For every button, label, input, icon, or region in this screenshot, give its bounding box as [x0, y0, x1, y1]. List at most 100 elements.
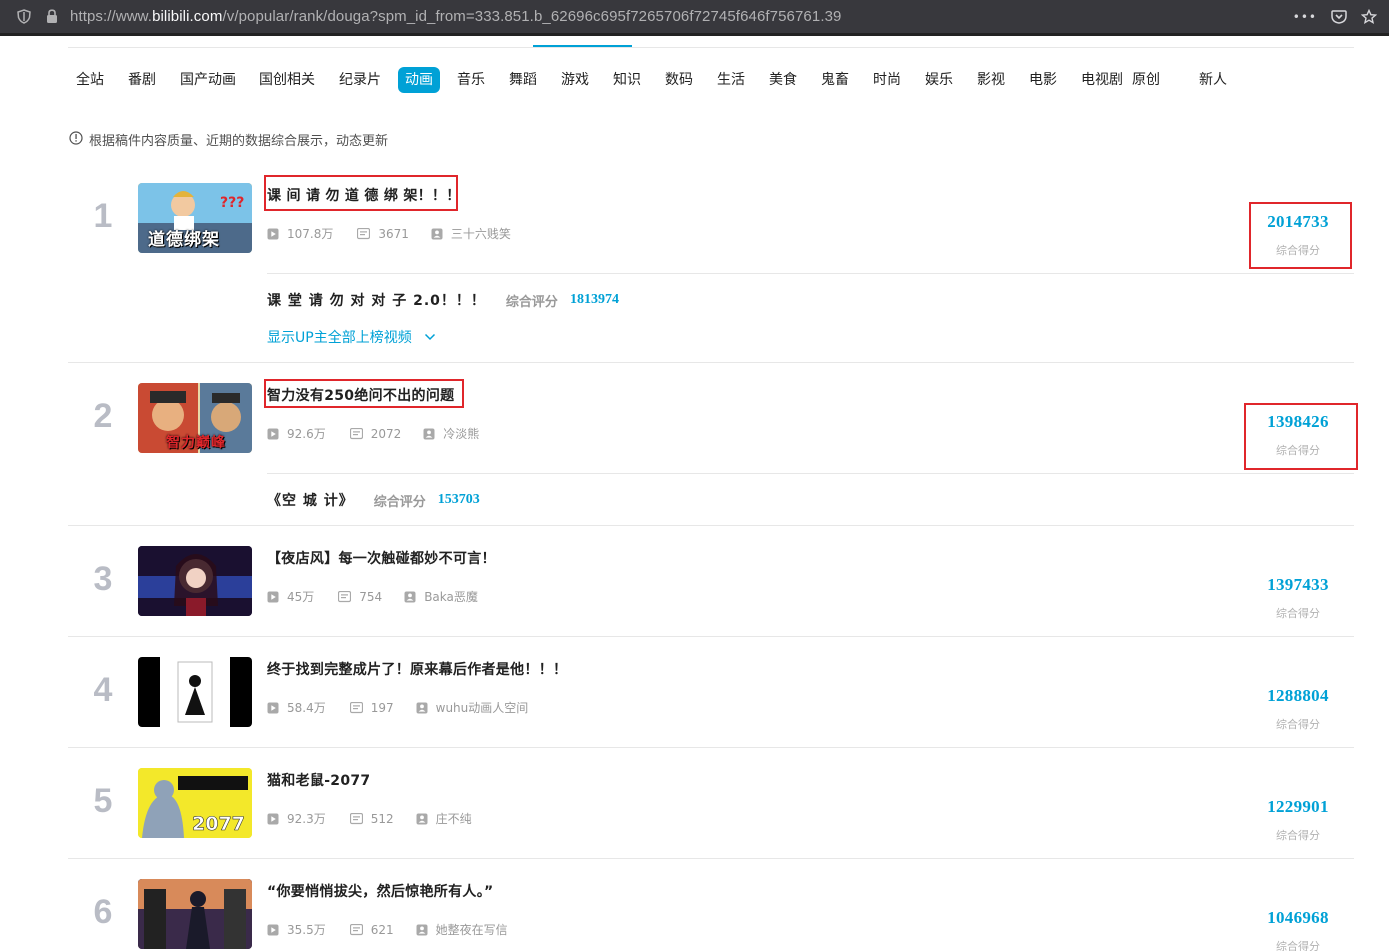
- info-icon: [69, 130, 83, 149]
- video-thumbnail[interactable]: [138, 657, 252, 727]
- uploader-name[interactable]: 她整夜在写信: [436, 921, 508, 938]
- up-icon: [404, 591, 416, 603]
- composite-score: 1229901 综合得分: [1240, 797, 1356, 843]
- uploader[interactable]: wuhu动画人空间: [416, 699, 529, 716]
- play-count-value: 35.5万: [287, 923, 326, 937]
- video-thumbnail[interactable]: 智力巅峰: [138, 383, 252, 453]
- category-tab[interactable]: 数码: [665, 67, 693, 93]
- category-tab[interactable]: 知识: [613, 67, 641, 93]
- play-count: 92.6万: [267, 425, 326, 442]
- category-tab[interactable]: 电视剧: [1081, 67, 1123, 93]
- rank-number: 5: [93, 782, 113, 820]
- show-all-label[interactable]: 显示UP主全部上榜视频: [267, 327, 412, 347]
- thumbnail-caption: 道德绑架: [148, 230, 220, 250]
- highlight-box-score-1: [1249, 202, 1352, 269]
- other-ranked-video: 课 堂 请 勿 对 对 子 2.0！！！ 综合评分 1813974: [267, 290, 619, 310]
- score-value: 1288804: [1267, 686, 1329, 705]
- url-field[interactable]: https://www.bilibili.com/v/popular/rank/…: [70, 8, 841, 25]
- score-label: 综合得分: [1276, 940, 1320, 951]
- video-thumbnail[interactable]: ??? 道德绑架: [138, 183, 252, 253]
- uploader-name[interactable]: 庄不纯: [436, 810, 472, 827]
- danmaku-count-value: 2072: [370, 426, 402, 441]
- category-tab[interactable]: 国创相关: [259, 67, 315, 93]
- other-video-title[interactable]: 课 堂 请 勿 对 对 子 2.0！！！: [267, 290, 486, 310]
- rank-number: 1: [93, 197, 113, 235]
- browser-address-bar: https://www.bilibili.com/v/popular/rank/…: [0, 0, 1389, 33]
- uploader-name[interactable]: 冷淡熊: [443, 425, 479, 442]
- danmaku-count-value: 3671: [378, 226, 409, 241]
- video-thumbnail[interactable]: [138, 879, 252, 949]
- category-tab[interactable]: 电影: [1029, 67, 1057, 93]
- other-video-title[interactable]: 《空 城 计》: [267, 490, 354, 510]
- star-icon[interactable]: [1361, 8, 1377, 25]
- lock-icon[interactable]: [44, 9, 60, 25]
- category-tab[interactable]: 时尚: [873, 67, 901, 93]
- highlight-box-score-2: [1244, 403, 1358, 470]
- uploader[interactable]: 三十六贱笑: [431, 225, 511, 242]
- category-tab[interactable]: 国产动画: [180, 67, 236, 93]
- rank-divider: [68, 525, 1354, 526]
- pocket-icon[interactable]: [1331, 9, 1347, 25]
- danmaku-icon: [338, 590, 352, 603]
- category-tab[interactable]: 美食: [769, 67, 797, 93]
- shield-icon[interactable]: [16, 9, 32, 25]
- category-tab[interactable]: 动画: [398, 67, 440, 93]
- video-meta: 58.4万 197 wuhu动画人空间: [267, 699, 528, 716]
- svg-text:2077: 2077: [192, 813, 245, 835]
- uploader-name[interactable]: wuhu动画人空间: [436, 699, 529, 716]
- uploader-name[interactable]: Baka恶魔: [424, 588, 478, 605]
- category-tab[interactable]: 娱乐: [925, 67, 953, 93]
- rank-number: 6: [93, 893, 113, 931]
- uploader[interactable]: Baka恶魔: [404, 588, 478, 605]
- play-count: 107.8万: [267, 225, 333, 242]
- category-tab[interactable]: 原创: [1132, 67, 1160, 93]
- play-count: 45万: [267, 588, 314, 605]
- category-tab[interactable]: 影视: [977, 67, 1005, 93]
- danmaku-count: 754: [338, 590, 382, 604]
- up-icon: [423, 428, 435, 440]
- video-title[interactable]: 终于找到完整成片了！原来幕后作者是他！！！: [267, 659, 567, 679]
- score-label: 综合得分: [1276, 829, 1320, 842]
- danmaku-count: 197: [349, 701, 394, 715]
- category-tab[interactable]: 番剧: [128, 67, 156, 93]
- category-tab[interactable]: 舞蹈: [509, 67, 537, 93]
- other-score-value: 1813974: [569, 292, 619, 307]
- uploader-name[interactable]: 三十六贱笑: [451, 225, 511, 242]
- category-tab[interactable]: 全站: [76, 67, 104, 93]
- thumbnail-caption: 智力巅峰: [166, 435, 226, 451]
- svg-text:???: ???: [220, 195, 244, 211]
- uploader[interactable]: 庄不纯: [416, 810, 472, 827]
- more-actions-icon[interactable]: •••: [1293, 10, 1317, 24]
- danmaku-count-value: 512: [370, 811, 394, 826]
- video-meta: 92.6万 2072 冷淡熊: [267, 425, 479, 442]
- category-tab[interactable]: 鬼畜: [821, 67, 849, 93]
- category-tab[interactable]: 音乐: [457, 67, 485, 93]
- chevron-down-icon[interactable]: [424, 329, 436, 345]
- score-label: 综合得分: [1276, 607, 1320, 620]
- video-title[interactable]: 猫和老鼠-2077: [267, 770, 370, 790]
- play-icon: [267, 591, 279, 603]
- rank-notice: 根据稿件内容质量、近期的数据综合展示，动态更新: [69, 130, 388, 149]
- rank-divider: [68, 858, 1354, 859]
- score-value: 1397433: [1267, 575, 1329, 594]
- uploader[interactable]: 冷淡熊: [423, 425, 479, 442]
- category-tab[interactable]: 游戏: [561, 67, 589, 93]
- rank-divider: [68, 747, 1354, 748]
- video-thumbnail[interactable]: 2077: [138, 768, 252, 838]
- category-tab[interactable]: 纪录片: [339, 67, 381, 93]
- score-value: 1046968: [1267, 908, 1329, 927]
- show-all-up-videos-link[interactable]: 显示UP主全部上榜视频: [267, 327, 436, 347]
- video-title[interactable]: “你要悄悄拔尖，然后惊艳所有人。”: [267, 881, 494, 901]
- browser-divider: [0, 33, 1389, 36]
- category-tab[interactable]: 新人: [1199, 67, 1227, 93]
- play-icon: [267, 924, 279, 936]
- nav-top-divider: [68, 47, 1354, 48]
- play-count-value: 58.4万: [287, 701, 326, 715]
- video-thumbnail[interactable]: [138, 546, 252, 616]
- score-value: 1229901: [1267, 797, 1329, 816]
- video-title[interactable]: 【夜店风】每一次触碰都妙不可言！: [267, 548, 496, 568]
- video-meta: 45万 754 Baka恶魔: [267, 588, 478, 605]
- uploader[interactable]: 她整夜在写信: [416, 921, 508, 938]
- category-tab[interactable]: 生活: [717, 67, 745, 93]
- danmaku-icon: [349, 701, 363, 714]
